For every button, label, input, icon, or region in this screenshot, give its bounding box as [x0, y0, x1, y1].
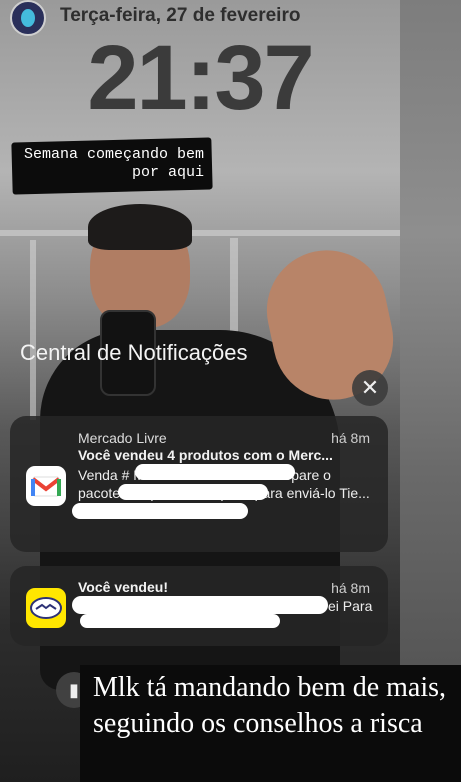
notification-title: Você vendeu 4 produtos com o Merc...: [78, 447, 333, 463]
gmail-icon: [26, 466, 66, 506]
notification-body-text: ei Para: [328, 598, 373, 614]
profile-avatar[interactable]: [10, 0, 46, 36]
gym-rack-bar: [0, 230, 400, 236]
lockscreen-time: 21:37: [87, 27, 314, 129]
gym-rack-post: [30, 240, 36, 420]
mercado-livre-icon: [26, 588, 66, 628]
lockscreen-date: Terça-feira, 27 de fevereiro: [60, 5, 301, 26]
notification-center-title: Central de Notificações: [20, 340, 248, 365]
notification-card[interactable]: Mercado Livre há 8m Você vendeu 4 produt…: [10, 416, 388, 552]
notification-app-name: Mercado Livre: [78, 430, 167, 446]
redaction-scribble: [135, 464, 295, 480]
redaction-scribble: [80, 614, 280, 628]
close-icon[interactable]: ✕: [352, 370, 388, 406]
redaction-scribble: [118, 484, 268, 500]
redaction-scribble: [72, 503, 248, 519]
notification-card[interactable]: Você vendeu! há 8m ei Para: [10, 566, 388, 646]
caption-top-text: Semana começando bem por aqui: [23, 146, 204, 181]
notification-time: há 8m: [331, 580, 370, 596]
person-hair: [88, 204, 192, 250]
redaction-scribble: [72, 596, 328, 614]
notification-title: Você vendeu!: [78, 579, 168, 595]
caption-bottom-text: Mlk tá mandando bem de mais, seguindo os…: [93, 672, 447, 739]
notification-time: há 8m: [331, 430, 370, 446]
